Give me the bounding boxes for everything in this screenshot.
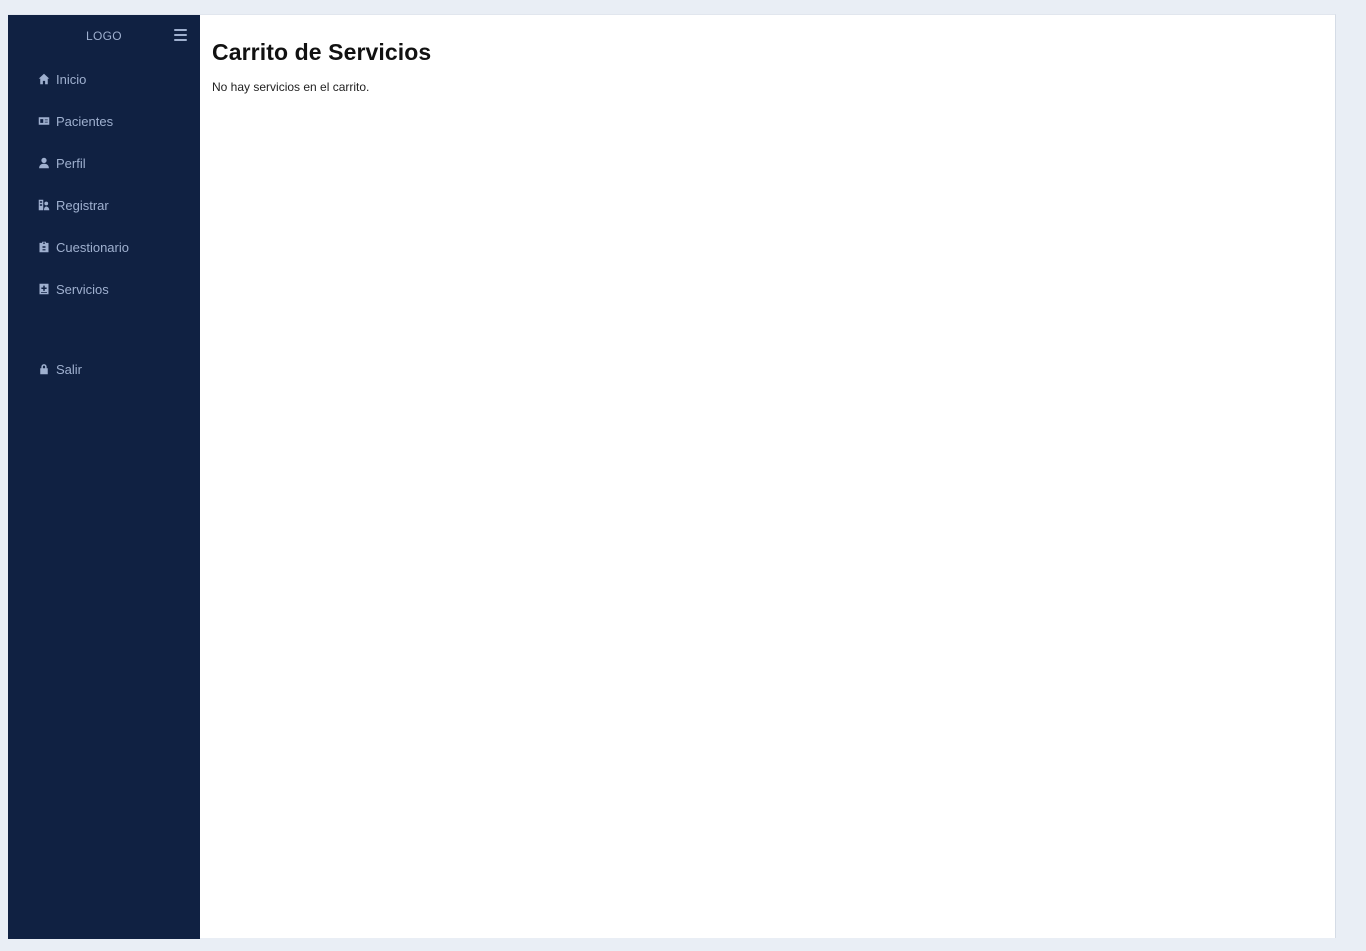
sidebar-item-label: Registrar [56,197,109,213]
clipboard-icon [38,241,50,253]
empty-cart-message: No hay servicios en el carrito. [212,80,370,94]
sidebar-item-registrar[interactable]: Registrar [38,195,109,215]
sidebar: LOGO Inicio Pacientes Perfil Registrar C… [8,15,200,939]
lock-icon [38,363,50,375]
home-icon [38,73,50,85]
sidebar-item-perfil[interactable]: Perfil [38,153,86,173]
logo: LOGO [86,29,122,43]
medical-book-icon [38,283,50,295]
logout-label: Salir [56,361,83,377]
main-content: Carrito de Servicios No hay servicios en… [212,39,431,94]
page-title: Carrito de Servicios [212,39,432,65]
sidebar-item-label: Perfil [56,155,86,171]
register-user-icon [38,199,50,211]
sidebar-item-inicio[interactable]: Inicio [38,69,86,89]
app-frame: LOGO Inicio Pacientes Perfil Registrar C… [8,14,1336,939]
logout-button[interactable]: Salir [38,359,82,379]
sidebar-item-label: Cuestionario [56,239,129,255]
sidebar-item-label: Pacientes [56,113,114,129]
sidebar-item-label: Servicios [56,281,109,297]
user-icon [38,157,50,169]
sidebar-item-cuestionario[interactable]: Cuestionario [38,237,129,257]
sidebar-item-servicios[interactable]: Servicios [38,279,109,299]
sidebar-item-pacientes[interactable]: Pacientes [38,111,113,131]
sidebar-item-label: Inicio [56,71,87,87]
hamburger-icon[interactable] [174,29,187,41]
id-card-icon [38,115,50,127]
